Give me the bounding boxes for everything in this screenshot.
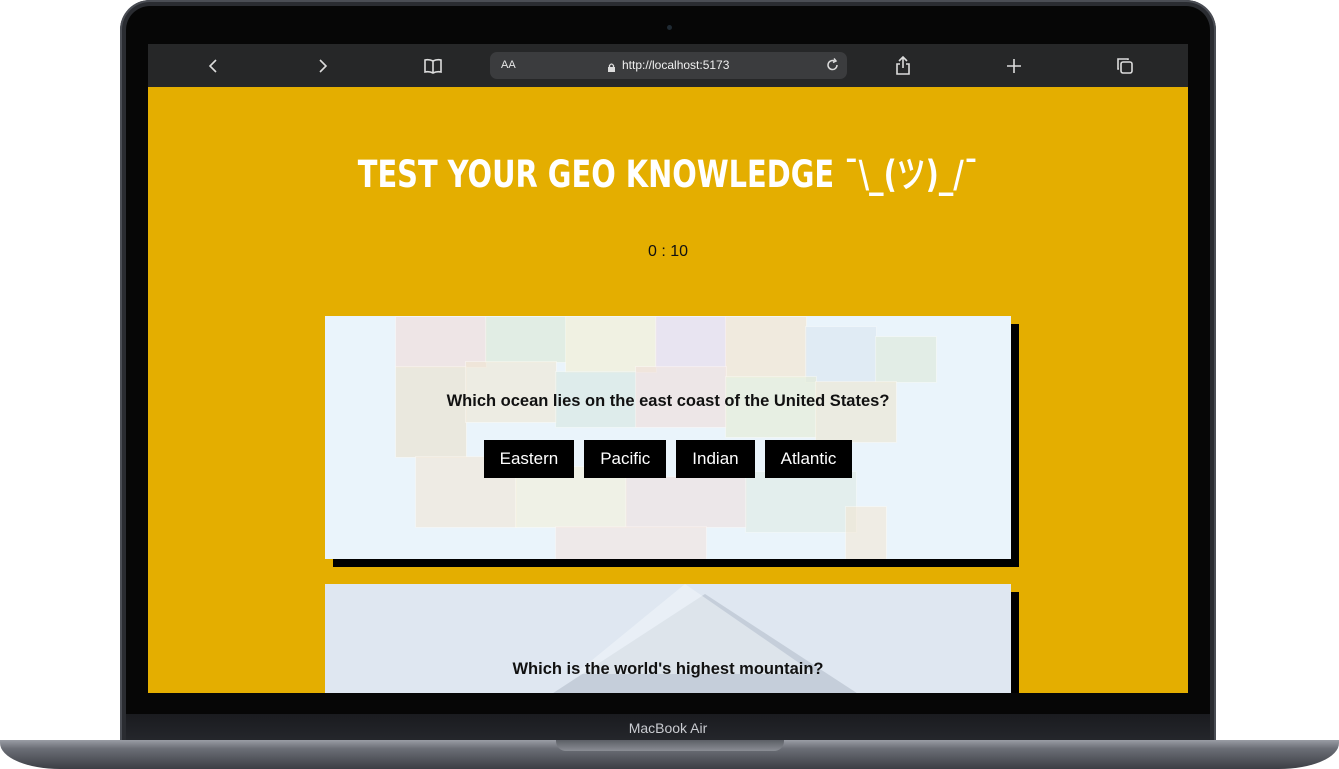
camera-icon bbox=[667, 25, 672, 30]
browser-toolbar: AA http://localhost:5173 bbox=[148, 44, 1188, 87]
laptop-mockup: AA http://localhost:5173 TEST YOUR GEO K… bbox=[0, 0, 1339, 769]
question-text: Which ocean lies on the east coast of th… bbox=[446, 392, 890, 410]
question-card: Which ocean lies on the east coast of th… bbox=[325, 316, 1011, 559]
tabs-icon[interactable] bbox=[1110, 53, 1140, 79]
question-text: Which is the world's highest mountain? bbox=[512, 660, 824, 678]
answer-button-eastern[interactable]: Eastern bbox=[483, 440, 575, 478]
lock-icon bbox=[607, 60, 616, 78]
new-tab-icon[interactable] bbox=[999, 53, 1029, 79]
answer-button-indian[interactable]: Indian bbox=[676, 440, 755, 478]
url-text: http://localhost:5173 bbox=[622, 58, 730, 72]
answer-options: Eastern Pacific Indian Atlantic bbox=[325, 440, 1011, 478]
laptop-hinge-notch bbox=[556, 740, 784, 751]
text-size-button[interactable]: AA bbox=[501, 59, 516, 71]
forward-icon[interactable] bbox=[308, 53, 338, 79]
device-label: MacBook Air bbox=[126, 714, 1210, 740]
reload-icon[interactable] bbox=[825, 57, 841, 78]
browser-screen: AA http://localhost:5173 TEST YOUR GEO K… bbox=[148, 44, 1188, 693]
back-icon[interactable] bbox=[198, 53, 228, 79]
question-card: Which is the world's highest mountain? bbox=[325, 584, 1011, 693]
countdown-timer: 0 : 10 bbox=[647, 243, 689, 260]
share-icon[interactable] bbox=[888, 53, 918, 79]
bookmarks-icon[interactable] bbox=[418, 53, 448, 79]
answer-button-pacific[interactable]: Pacific bbox=[584, 440, 667, 478]
address-bar[interactable]: AA http://localhost:5173 bbox=[490, 52, 847, 79]
page-title: TEST YOUR GEO KNOWLEDGE ¯\_(ツ)_/¯ bbox=[357, 153, 979, 196]
answer-button-atlantic[interactable]: Atlantic bbox=[764, 440, 853, 478]
